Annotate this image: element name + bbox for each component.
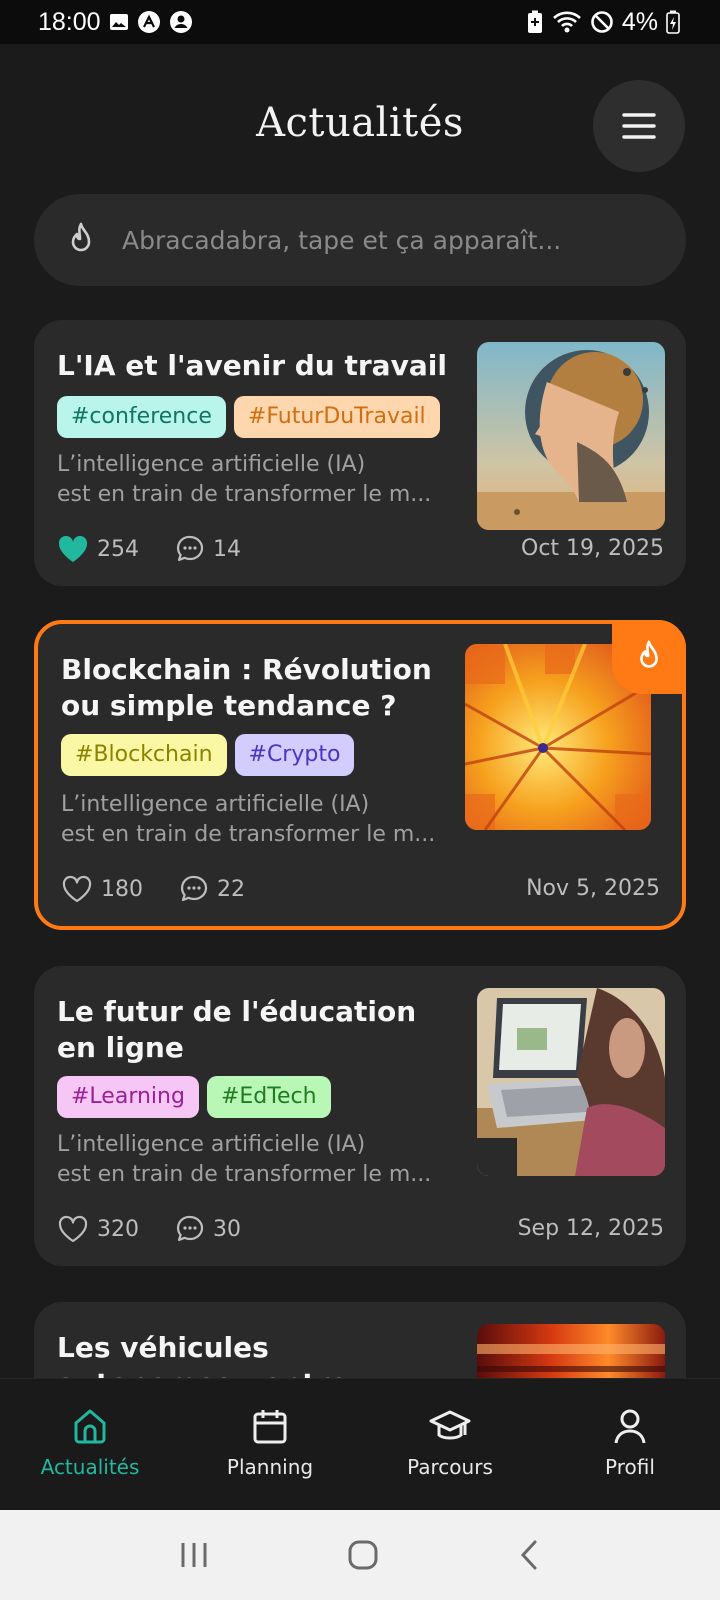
menu-button[interactable] [593, 80, 685, 172]
heart-filled-icon[interactable] [57, 535, 89, 563]
article-stats: 180 22 [61, 874, 245, 904]
gallery-notification-icon [109, 13, 129, 31]
app-header: Actualités [0, 44, 720, 194]
article-date: Oct 19, 2025 [521, 536, 664, 561]
account-notification-icon [169, 10, 193, 34]
comment-icon[interactable] [179, 874, 209, 904]
heart-outline-icon[interactable] [57, 1215, 89, 1243]
excerpt-line: est en train de transformer le m... [57, 482, 432, 507]
battery-percent: 4% [621, 7, 658, 36]
article-title: L'IA et l'avenir du travail [57, 349, 447, 382]
article-tags: #Learning #EdTech [57, 1076, 331, 1118]
nav-label: Actualités [40, 1455, 140, 1479]
article-date: Nov 5, 2025 [526, 876, 660, 901]
tag-chip[interactable]: #Crypto [234, 734, 355, 776]
comment-icon[interactable] [175, 1214, 205, 1244]
nav-label: Planning [226, 1455, 314, 1479]
battery-saver-icon [526, 10, 544, 34]
graduation-cap-icon [429, 1410, 471, 1440]
recent-apps-icon[interactable] [179, 1541, 209, 1569]
tag-chip[interactable]: #conference [57, 396, 226, 438]
home-icon [74, 1409, 106, 1444]
hot-badge [612, 620, 686, 694]
article-tags: #conference #FuturDuTravail [57, 396, 440, 438]
article-excerpt: L’intelligence artificielle (IA) est en … [57, 450, 457, 510]
nav-label: Parcours [407, 1455, 493, 1479]
user-icon [614, 1409, 646, 1444]
comment-count: 30 [213, 1216, 241, 1242]
bottom-navigation: Actualités Planning Parcours Profil [0, 1378, 720, 1510]
battery-charging-icon [666, 10, 680, 34]
article-date: Sep 12, 2025 [517, 1216, 664, 1241]
tag-chip[interactable]: #Blockchain [61, 734, 227, 776]
article-excerpt: L’intelligence artificielle (IA) est en … [61, 790, 461, 850]
tag-chip[interactable]: #Learning [57, 1076, 199, 1118]
excerpt-line: L’intelligence artificielle (IA) [57, 1132, 366, 1157]
nav-label: Profil [605, 1455, 655, 1479]
flame-icon [71, 222, 91, 252]
excerpt-line: est en train de transformer le m... [61, 822, 436, 847]
like-count: 320 [97, 1216, 139, 1242]
home-button-icon[interactable] [347, 1539, 379, 1571]
article-title: Les véhicules autonomes : entre mythe et… [57, 1331, 348, 1378]
tag-chip[interactable]: #EdTech [206, 1076, 331, 1118]
nav-tab-actualites[interactable]: Actualités [0, 1379, 180, 1510]
article-card[interactable]: L'IA et l'avenir du travail #conference … [34, 320, 686, 586]
excerpt-line: L’intelligence artificielle (IA) [57, 452, 366, 477]
article-stats: 254 14 [57, 534, 241, 564]
article-thumbnail[interactable] [477, 1324, 665, 1378]
like-count: 180 [101, 876, 143, 902]
featured-article-card[interactable]: Blockchain : Révolution ou simple tendan… [34, 620, 686, 930]
comment-icon[interactable] [175, 534, 205, 564]
article-title: Blockchain : Révolution ou simple tendan… [61, 653, 432, 722]
heart-outline-icon[interactable] [61, 875, 93, 903]
nav-tab-profil[interactable]: Profil [540, 1379, 720, 1510]
hamburger-icon [622, 113, 656, 139]
excerpt-line: est en train de transformer le m... [57, 1162, 432, 1187]
article-title: Le futur de l'éducation en ligne [57, 995, 417, 1064]
article-card[interactable]: Le futur de l'éducation en ligne #Learni… [34, 966, 686, 1266]
comment-count: 22 [217, 876, 245, 902]
article-thumbnail[interactable] [477, 988, 665, 1176]
article-stats: 320 30 [57, 1214, 241, 1244]
search-bar[interactable] [34, 194, 686, 286]
news-feed[interactable]: L'IA et l'avenir du travail #conference … [34, 320, 686, 1378]
back-icon[interactable] [517, 1539, 541, 1571]
calendar-icon [253, 1410, 287, 1444]
status-time: 18:00 [38, 7, 101, 36]
nav-tab-parcours[interactable]: Parcours [360, 1379, 540, 1510]
system-navigation-bar [0, 1510, 720, 1600]
search-input[interactable] [122, 225, 642, 255]
flame-icon [640, 640, 658, 668]
comment-count: 14 [213, 536, 241, 562]
article-tags: #Blockchain #Crypto [61, 734, 355, 776]
wifi-icon [552, 10, 582, 34]
article-card[interactable]: Les véhicules autonomes : entre mythe et… [34, 1302, 686, 1378]
article-excerpt: L’intelligence artificielle (IA) est en … [57, 1130, 457, 1190]
like-count: 254 [97, 536, 139, 562]
do-not-disturb-icon [590, 10, 614, 34]
app-notification-icon [137, 10, 161, 34]
nav-tab-planning[interactable]: Planning [180, 1379, 360, 1510]
excerpt-line: L’intelligence artificielle (IA) [61, 792, 370, 817]
status-bar: 18:00 4% [0, 0, 720, 44]
article-thumbnail[interactable] [477, 342, 665, 530]
tag-chip[interactable]: #FuturDuTravail [233, 396, 440, 438]
